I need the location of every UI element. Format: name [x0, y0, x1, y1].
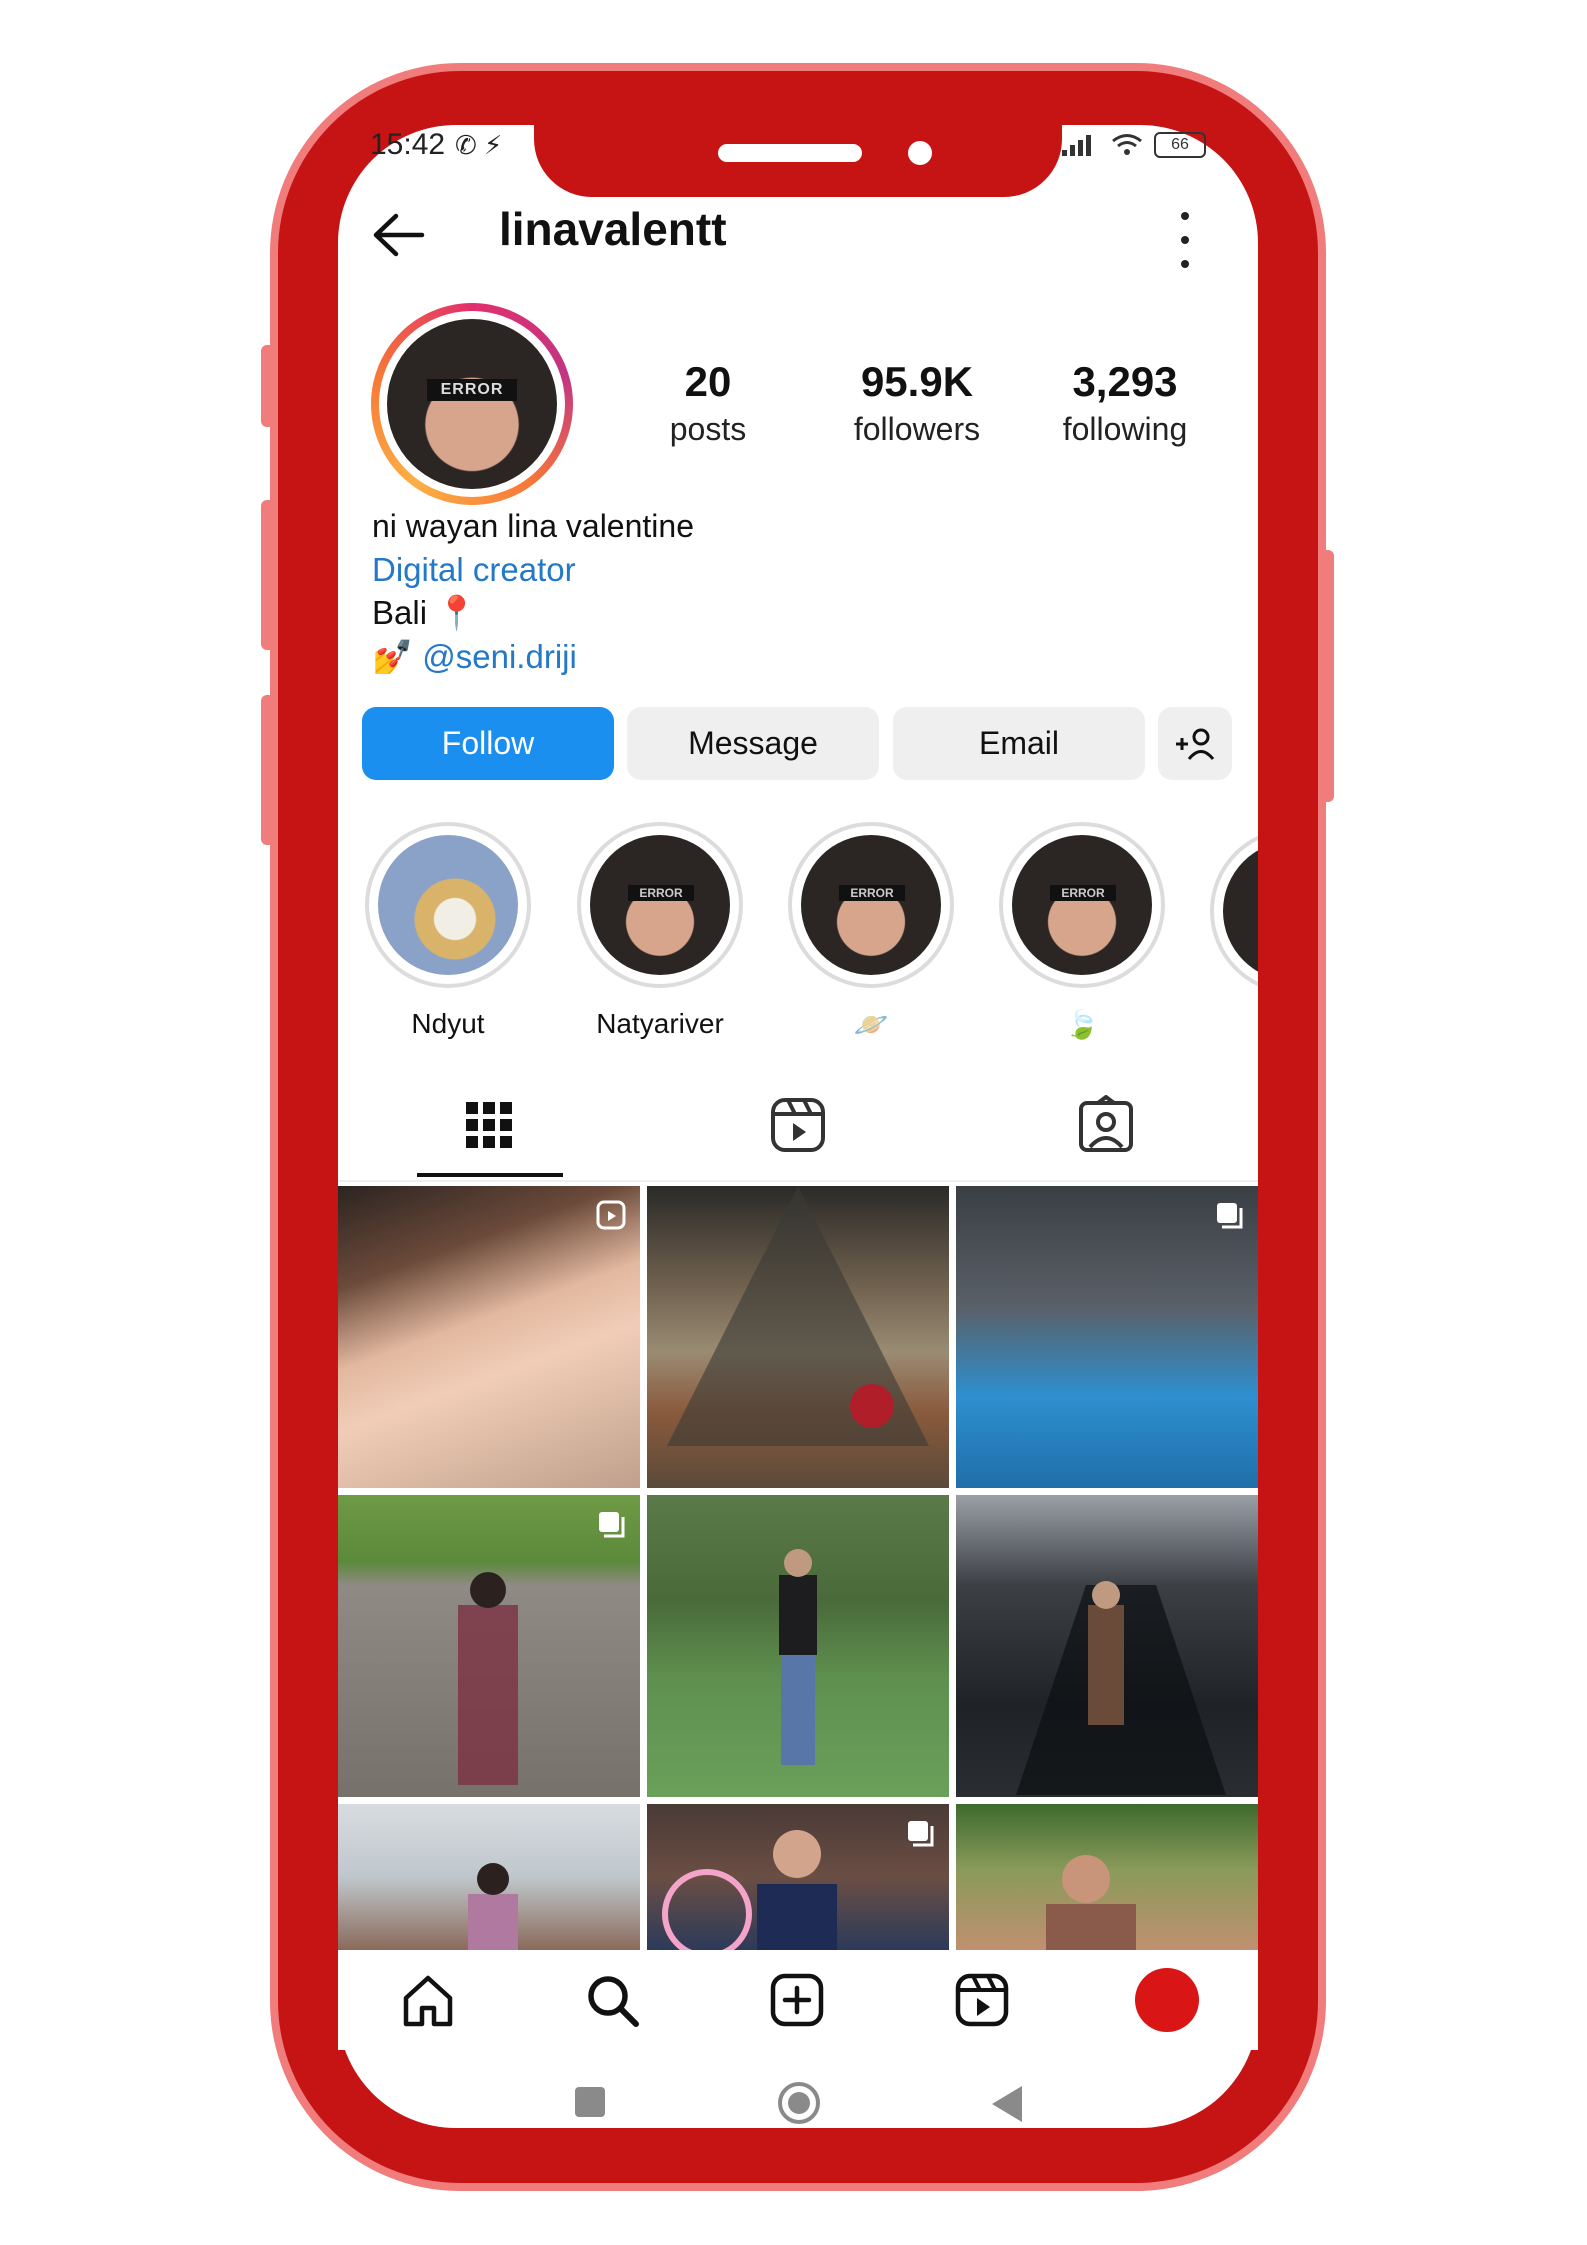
- followers-label: followers: [853, 411, 981, 447]
- volume-down-button: [261, 500, 275, 650]
- search-icon[interactable]: [582, 1970, 642, 2030]
- bio-location: Bali 📍: [372, 594, 478, 631]
- grid-icon[interactable]: [459, 1095, 519, 1155]
- profile-avatar-nav[interactable]: [1135, 1968, 1199, 2032]
- notification-icons: ✆ ⚡: [455, 130, 502, 161]
- power-button: [1320, 550, 1334, 802]
- reels-icon[interactable]: [768, 1095, 828, 1155]
- highlight-label: 🍃: [1064, 1009, 1100, 1040]
- bio-mention-link[interactable]: @seni.driji: [422, 638, 577, 675]
- home-icon[interactable]: [398, 1970, 458, 2030]
- carousel-badge-icon: [599, 1512, 625, 1538]
- highlight-label: Ndyut: [411, 1008, 485, 1039]
- post-thumbnail[interactable]: [338, 1804, 640, 1950]
- add-person-icon: [1176, 728, 1215, 760]
- side-button: [261, 695, 275, 845]
- carousel-badge-icon: [908, 1821, 934, 1847]
- highlight-overlay-text: ERROR: [1050, 885, 1116, 901]
- bio-category[interactable]: Digital creator: [372, 551, 576, 589]
- highlight-overlay-text: ERROR: [628, 885, 694, 901]
- avatar-overlay-text: ERROR: [427, 379, 517, 401]
- tagged-icon[interactable]: [1076, 1095, 1136, 1155]
- stat-following[interactable]: 3,293 following: [1040, 357, 1210, 451]
- following-label: following: [1062, 411, 1188, 447]
- status-right: 66: [1060, 130, 1206, 160]
- carousel-badge-icon: [1217, 1203, 1243, 1229]
- posts-count: 20: [684, 358, 732, 405]
- post-thumbnail[interactable]: [647, 1495, 949, 1797]
- volume-up-button: [261, 345, 275, 427]
- post-thumbnail[interactable]: [956, 1186, 1258, 1488]
- recent-apps-button[interactable]: [575, 2087, 605, 2117]
- post-thumbnail[interactable]: [338, 1186, 640, 1488]
- message-button[interactable]: Message: [627, 707, 879, 780]
- avatar-photo: ERROR: [387, 319, 557, 489]
- home-system-button[interactable]: [776, 2080, 822, 2126]
- wifi-icon: [1112, 134, 1142, 155]
- suggested-users-button[interactable]: [1158, 707, 1232, 780]
- reel-badge-icon: [596, 1200, 626, 1230]
- status-time: 15:42: [370, 128, 446, 161]
- post-thumbnail[interactable]: [956, 1804, 1258, 1950]
- followers-count: 95.9K: [860, 358, 974, 405]
- highlight-cover: [378, 835, 518, 975]
- stat-posts[interactable]: 20 posts: [623, 357, 793, 451]
- battery-icon: 66: [1154, 132, 1206, 158]
- highlight-overlay-text: ERROR: [839, 885, 905, 901]
- bio-mention-row: 💅 @seni.driji: [372, 638, 577, 677]
- post-thumbnail[interactable]: [647, 1804, 949, 1950]
- profile-username: linavalentt: [499, 203, 727, 255]
- post-thumbnail[interactable]: [956, 1495, 1258, 1797]
- highlight-label: 🪐: [853, 1009, 889, 1040]
- post-thumbnail[interactable]: [338, 1495, 640, 1797]
- front-camera: [908, 141, 932, 165]
- reels-nav-icon[interactable]: [952, 1970, 1012, 2030]
- speaker: [718, 144, 862, 162]
- back-system-button[interactable]: [990, 2084, 1026, 2124]
- highlight-planet[interactable]: ERROR 🪐: [786, 822, 956, 1041]
- back-arrow-icon[interactable]: [368, 210, 428, 260]
- highlight-natyariver[interactable]: ERROR Natyariver: [575, 822, 745, 1040]
- bio-full-name: ni wayan lina valentine: [372, 508, 694, 544]
- stat-followers[interactable]: 95.9K followers: [832, 357, 1002, 451]
- highlight-cover: ERROR: [590, 835, 730, 975]
- highlight-leaf[interactable]: ERROR 🍃: [997, 822, 1167, 1041]
- highlight-cover: ERROR: [801, 835, 941, 975]
- whatsapp-icon: ✆: [455, 130, 477, 160]
- active-tab-indicator: [417, 1173, 563, 1177]
- follow-button[interactable]: Follow: [362, 707, 614, 780]
- more-options-icon[interactable]: [1170, 212, 1200, 268]
- following-count: 3,293: [1072, 358, 1178, 405]
- highlight-ndyut[interactable]: Ndyut: [363, 822, 533, 1040]
- nail-polish-emoji: 💅: [372, 638, 414, 675]
- highlight-label: Natyariver: [596, 1008, 724, 1039]
- signal-icon: [1062, 135, 1091, 156]
- posts-label: posts: [669, 411, 747, 447]
- dnd-icon: ⚡: [484, 130, 503, 160]
- create-post-icon[interactable]: [767, 1970, 827, 2030]
- highlight-partial[interactable]: [1210, 828, 1258, 986]
- highlight-cover: ERROR: [1012, 835, 1152, 975]
- email-button[interactable]: Email: [893, 707, 1145, 780]
- post-thumbnail[interactable]: [647, 1186, 949, 1488]
- profile-avatar[interactable]: ERROR: [371, 303, 573, 505]
- tabs-divider: [338, 1180, 1258, 1182]
